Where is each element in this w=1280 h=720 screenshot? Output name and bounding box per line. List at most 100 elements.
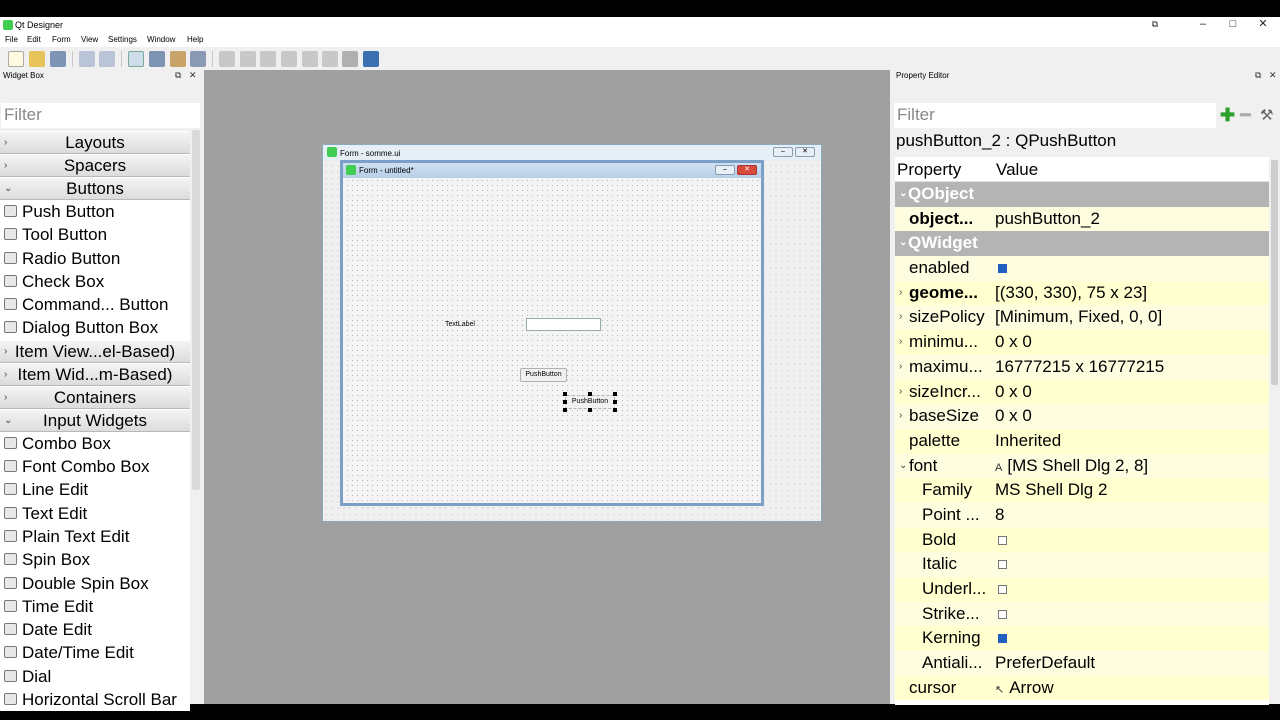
property-value[interactable]: ↖ Arrow	[995, 676, 1054, 702]
edit-buddies-icon[interactable]	[170, 51, 186, 67]
property-value[interactable]	[995, 626, 1007, 650]
edit-signals-slots-icon[interactable]	[149, 51, 165, 67]
selection-handle[interactable]	[588, 408, 592, 412]
property-row[interactable]: Strike...	[895, 601, 1269, 627]
widget-box-filter-input[interactable]: Filter	[1, 103, 200, 128]
property-value[interactable]	[995, 528, 1007, 552]
property-row[interactable]: Family MS Shell Dlg 2	[895, 478, 1269, 503]
property-value[interactable]	[995, 577, 1007, 601]
selection-handle[interactable]	[613, 408, 617, 412]
redo-icon[interactable]	[99, 51, 115, 67]
new-form-icon[interactable]	[8, 51, 24, 67]
edit-widgets-icon[interactable]	[128, 51, 144, 67]
property-row[interactable]: palette Inherited	[895, 428, 1269, 454]
menu-settings[interactable]: Settings	[108, 35, 137, 44]
widget-box-scrollbar[interactable]	[192, 130, 200, 490]
push-button-2-selected[interactable]: PushButton	[565, 395, 615, 409]
property-row[interactable]: › geome... [(330, 330), 75 x 23]	[895, 280, 1269, 306]
menu-help[interactable]: Help	[187, 35, 203, 44]
widget-item-dial[interactable]: Dial	[0, 665, 190, 688]
menu-window[interactable]: Window	[147, 35, 175, 44]
property-value[interactable]: 0 x 0	[995, 380, 1032, 404]
property-row[interactable]: object... pushButton_2	[895, 206, 1269, 232]
widget-item-radio-button[interactable]: Radio Button	[0, 247, 190, 270]
property-editor-scrollbar[interactable]	[1271, 160, 1278, 385]
widget-item-date-edit[interactable]: Date Edit	[0, 618, 190, 641]
checkbox[interactable]	[998, 634, 1007, 644]
widget-item-push-button[interactable]: Push Button	[0, 200, 190, 223]
restore-layout-icon[interactable]: ⧉	[1140, 17, 1170, 33]
widget-item-tool-button[interactable]: Tool Button	[0, 223, 190, 246]
selection-handle[interactable]	[613, 400, 617, 404]
property-value[interactable]: 0 x 0	[995, 404, 1032, 428]
chevron-right-icon[interactable]: ›	[899, 330, 902, 354]
remove-property-icon[interactable]: ━	[1240, 105, 1251, 126]
form-window-somme[interactable]: Form - somme.ui – ✕ Form - untitled* – ✕…	[322, 144, 822, 522]
property-value[interactable]: 0 x 0	[995, 330, 1032, 354]
widget-item-check-box[interactable]: Check Box	[0, 270, 190, 293]
widget-category-layouts[interactable]: › Layouts	[0, 131, 190, 154]
widget-item-double-spin-box[interactable]: Double Spin Box	[0, 572, 190, 595]
layout-grid-icon[interactable]	[302, 51, 318, 67]
selection-handle[interactable]	[563, 400, 567, 404]
widget-category-buttons[interactable]: ⌄ Buttons	[0, 177, 190, 200]
undock-icon[interactable]: ⧉	[1255, 70, 1261, 81]
property-value[interactable]	[995, 256, 1007, 280]
layout-vertical-icon[interactable]	[240, 51, 256, 67]
widget-item-spin-box[interactable]: Spin Box	[0, 548, 190, 571]
text-label[interactable]: TextLabel	[445, 321, 475, 328]
widget-item-command-button[interactable]: Command... Button	[0, 293, 190, 316]
edit-tab-order-icon[interactable]	[190, 51, 206, 67]
add-property-icon[interactable]: ✚	[1220, 105, 1235, 126]
form-untitled-minimize-button[interactable]: –	[715, 165, 735, 175]
undo-icon[interactable]	[79, 51, 95, 67]
property-row[interactable]: enabled	[895, 256, 1269, 281]
selection-handle[interactable]	[563, 408, 567, 412]
property-value[interactable]: 8	[995, 503, 1004, 527]
form-somme-close-button[interactable]: ✕	[795, 147, 815, 157]
property-row[interactable]: Kerning	[895, 626, 1269, 652]
widget-category-item-view-el-based-[interactable]: › Item View...el-Based)	[0, 339, 190, 363]
property-row[interactable]: Antiali... PreferDefault	[895, 651, 1269, 676]
menu-form[interactable]: Form	[52, 35, 71, 44]
property-value[interactable]: pushButton_2	[995, 207, 1100, 231]
chevron-right-icon[interactable]: ›	[899, 305, 902, 329]
form-untitled-close-button[interactable]: ✕	[737, 165, 757, 175]
selection-handle[interactable]	[563, 392, 567, 396]
close-button[interactable]: ✕	[1248, 17, 1278, 33]
selection-handle[interactable]	[613, 392, 617, 396]
push-button[interactable]: PushButton	[520, 368, 567, 382]
property-row[interactable]: Point ... 8	[895, 502, 1269, 528]
property-row[interactable]: › sizeIncr... 0 x 0	[895, 379, 1269, 405]
widget-category-containers[interactable]: › Containers	[0, 385, 190, 409]
property-row[interactable]: Bold	[895, 527, 1269, 553]
property-row[interactable]: › baseSize 0 x 0	[895, 404, 1269, 429]
undock-icon[interactable]: ⧉	[175, 70, 181, 81]
line-edit[interactable]	[526, 318, 601, 331]
form-canvas[interactable]: TextLabel PushButton PushButton	[345, 178, 759, 501]
layout-horizontal-icon[interactable]	[219, 51, 235, 67]
selection-handle[interactable]	[588, 392, 592, 396]
property-row[interactable]: Italic	[895, 552, 1269, 577]
checkbox[interactable]	[998, 535, 1007, 545]
property-value[interactable]: A [MS Shell Dlg 2, 8]	[995, 454, 1148, 480]
configure-icon[interactable]: ⚒	[1260, 106, 1273, 124]
widget-item-dialog-button-box[interactable]: Dialog Button Box	[0, 316, 190, 339]
widget-item-line-edit[interactable]: Line Edit	[0, 478, 190, 501]
menu-edit[interactable]: Edit	[27, 35, 41, 44]
widget-category-item-wid-m-based-[interactable]: › Item Wid...m-Based)	[0, 362, 190, 386]
widget-category-input-widgets[interactable]: ⌄ Input Widgets	[0, 408, 190, 432]
widget-item-plain-text-edit[interactable]: Plain Text Edit	[0, 525, 190, 548]
menu-view[interactable]: View	[81, 35, 98, 44]
property-row[interactable]: › sizePolicy [Minimum, Fixed, 0, 0]	[895, 305, 1269, 331]
chevron-right-icon[interactable]: ›	[899, 281, 902, 305]
property-row[interactable]: › minimu... 0 x 0	[895, 330, 1269, 355]
property-row[interactable]: › maximu... 16777215 x 16777215	[895, 354, 1269, 380]
break-layout-icon[interactable]	[342, 51, 358, 67]
checkbox[interactable]	[998, 264, 1007, 274]
widget-item-font-combo-box[interactable]: Font Combo Box	[0, 455, 190, 478]
property-group-qwidget[interactable]: ⌄ QWidget	[895, 231, 1269, 257]
property-filter-input[interactable]: Filter	[894, 103, 1216, 128]
property-value[interactable]: PreferDefault	[995, 651, 1095, 675]
minimize-button[interactable]: –	[1188, 17, 1218, 33]
